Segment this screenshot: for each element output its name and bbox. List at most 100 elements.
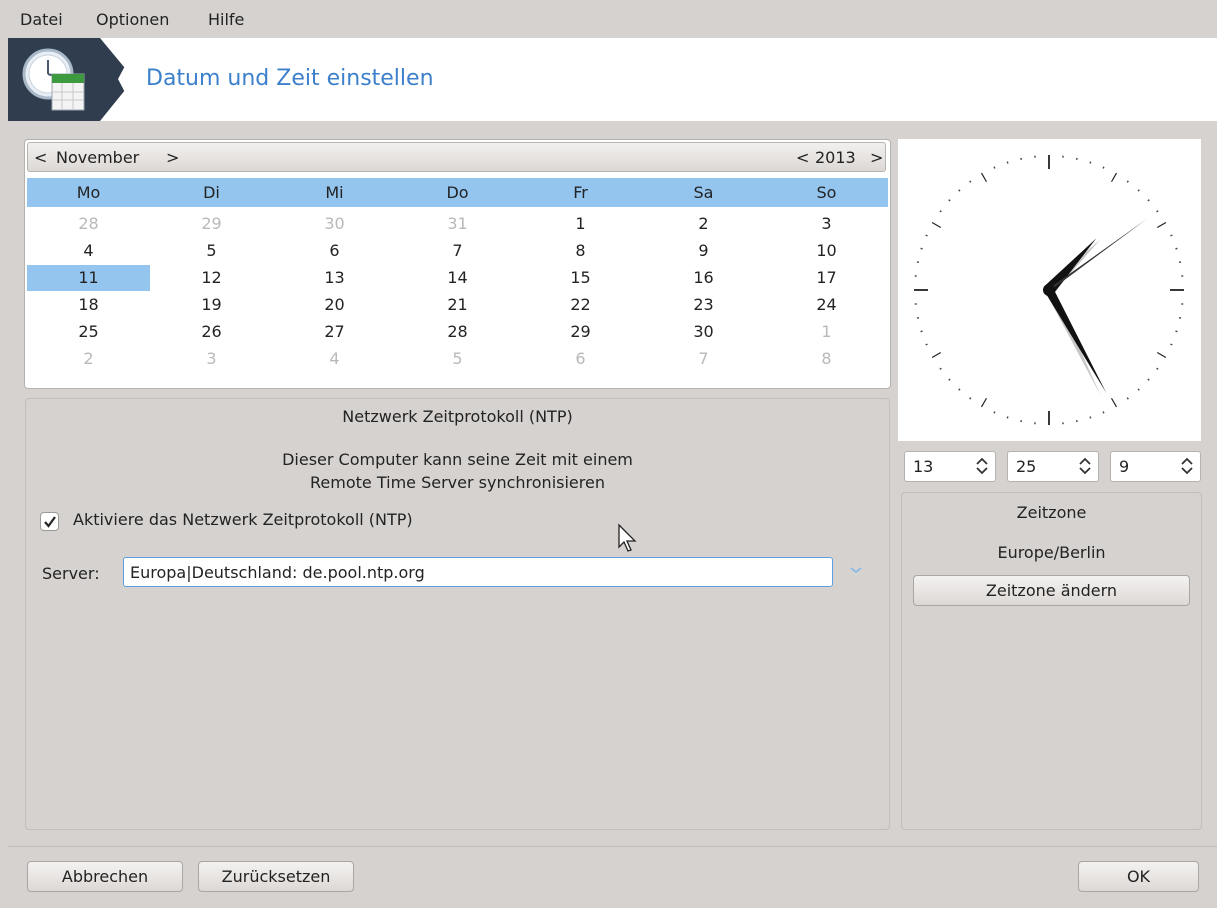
- spin-arrows-icon[interactable]: [975, 455, 989, 477]
- calendar-day[interactable]: 5: [150, 238, 273, 264]
- calendar-day[interactable]: 30: [273, 211, 396, 237]
- calendar-day[interactable]: 1: [765, 319, 888, 345]
- calendar-day[interactable]: 21: [396, 292, 519, 318]
- chevron-down-icon[interactable]: [849, 563, 863, 579]
- calendar-day[interactable]: 6: [273, 238, 396, 264]
- ok-button[interactable]: OK: [1078, 861, 1199, 892]
- clock-hour-tick: [931, 221, 942, 229]
- spin-arrows-icon[interactable]: [1180, 455, 1194, 477]
- weekday-label: Do: [446, 183, 469, 202]
- ntp-enable-label[interactable]: Aktiviere das Netzwerk Zeitprotokoll (NT…: [73, 510, 413, 529]
- calendar-day[interactable]: 19: [150, 292, 273, 318]
- hour-spinbox[interactable]: 13: [904, 451, 996, 482]
- cancel-button[interactable]: Abbrechen: [27, 861, 183, 892]
- calendar-day[interactable]: 2: [642, 211, 765, 237]
- menu-optionen[interactable]: Optionen: [96, 10, 169, 29]
- menu-bar: Datei Optionen Hilfe: [8, 0, 1217, 38]
- minute-spinbox[interactable]: 25: [1007, 451, 1099, 482]
- header-banner: Datum und Zeit einstellen: [8, 38, 1217, 121]
- calendar-day[interactable]: 6: [519, 346, 642, 372]
- clock-calendar-icon: [8, 38, 100, 121]
- clock-minute-tick: [1089, 416, 1092, 419]
- menu-hilfe[interactable]: Hilfe: [208, 10, 244, 29]
- calendar-day[interactable]: 2: [27, 346, 150, 372]
- calendar-day[interactable]: 4: [27, 238, 150, 264]
- calendar-day[interactable]: 25: [27, 319, 150, 345]
- calendar-day[interactable]: 8: [519, 238, 642, 264]
- timezone-title: Zeitzone: [1016, 503, 1087, 522]
- calendar-day[interactable]: 7: [642, 346, 765, 372]
- calendar-day[interactable]: 13: [273, 265, 396, 291]
- reset-button[interactable]: Zurücksetzen: [198, 861, 354, 892]
- server-input[interactable]: [123, 557, 833, 587]
- calendar-day[interactable]: 8: [765, 346, 888, 372]
- clock-minute-tick: [993, 411, 996, 414]
- calendar-day[interactable]: 28: [396, 319, 519, 345]
- clock-hour-tick: [1110, 172, 1118, 183]
- calendar-day[interactable]: 3: [150, 346, 273, 372]
- second-spinbox[interactable]: 9: [1110, 451, 1201, 482]
- clock-minute-tick: [1089, 161, 1092, 164]
- calendar-day[interactable]: 20: [273, 292, 396, 318]
- calendar-day[interactable]: 24: [765, 292, 888, 318]
- calendar-day[interactable]: 17: [765, 265, 888, 291]
- prev-month-button[interactable]: <: [34, 148, 47, 167]
- clock-minute-tick: [948, 199, 951, 202]
- clock-minute-tick: [958, 388, 961, 391]
- weekday-label: Mi: [325, 183, 344, 202]
- next-month-button[interactable]: >: [166, 148, 179, 167]
- month-label[interactable]: November: [56, 148, 139, 167]
- clock-minute-tick: [1102, 166, 1105, 169]
- calendar-day[interactable]: 22: [519, 292, 642, 318]
- calendar-day[interactable]: 11: [27, 265, 150, 291]
- spin-arrows-icon[interactable]: [1078, 455, 1092, 477]
- next-year-button[interactable]: >: [870, 148, 883, 167]
- clock-hour-tick: [980, 397, 988, 408]
- clock-face: [914, 155, 1184, 425]
- clock-minute-tick: [920, 247, 923, 250]
- clock-hour-tick: [1110, 397, 1118, 408]
- weekday-label: Fr: [573, 183, 588, 202]
- clock-minute-tick: [1175, 247, 1178, 250]
- weekday-label: Sa: [693, 183, 714, 202]
- calendar-day[interactable]: 29: [150, 211, 273, 237]
- calendar-day[interactable]: 1: [519, 211, 642, 237]
- clock-minute-tick: [925, 234, 928, 237]
- calendar-day[interactable]: 14: [396, 265, 519, 291]
- ntp-title: Netzwerk Zeitprotokoll (NTP): [342, 407, 573, 426]
- calendar-day[interactable]: 18: [27, 292, 150, 318]
- clock-center: [1043, 284, 1055, 296]
- prev-year-button[interactable]: <: [796, 148, 809, 167]
- clock-second-hand: [1048, 218, 1148, 291]
- menu-datei[interactable]: Datei: [20, 10, 63, 29]
- clock-minute-tick: [1137, 388, 1140, 391]
- clock-minute-tick: [925, 343, 928, 346]
- clock-minute-tick: [948, 378, 951, 381]
- clock-minute-tick: [1156, 367, 1159, 370]
- calendar-day[interactable]: 5: [396, 346, 519, 372]
- calendar-day[interactable]: 3: [765, 211, 888, 237]
- calendar-day[interactable]: 23: [642, 292, 765, 318]
- calendar-day[interactable]: 9: [642, 238, 765, 264]
- clock-minute-tick: [1156, 210, 1159, 213]
- calendar-day[interactable]: 7: [396, 238, 519, 264]
- calendar-day[interactable]: 29: [519, 319, 642, 345]
- clock-minute-tick: [969, 397, 972, 400]
- calendar-day[interactable]: 27: [273, 319, 396, 345]
- calendar-day[interactable]: 4: [273, 346, 396, 372]
- calendar-day[interactable]: 31: [396, 211, 519, 237]
- calendar-day[interactable]: 28: [27, 211, 150, 237]
- change-timezone-button[interactable]: Zeitzone ändern: [913, 575, 1190, 606]
- calendar-nav: < November > < 2013 >: [27, 142, 886, 172]
- year-label[interactable]: 2013: [815, 148, 856, 167]
- calendar-day[interactable]: 16: [642, 265, 765, 291]
- calendar-day[interactable]: 26: [150, 319, 273, 345]
- mouse-cursor-icon: [617, 523, 639, 557]
- calendar-day[interactable]: 15: [519, 265, 642, 291]
- calendar-day[interactable]: 12: [150, 265, 273, 291]
- weekday-label: Mo: [76, 183, 101, 202]
- ntp-enable-checkbox[interactable]: [40, 512, 59, 531]
- calendar-day[interactable]: 30: [642, 319, 765, 345]
- clock-hour-tick: [1156, 351, 1167, 359]
- calendar-day[interactable]: 10: [765, 238, 888, 264]
